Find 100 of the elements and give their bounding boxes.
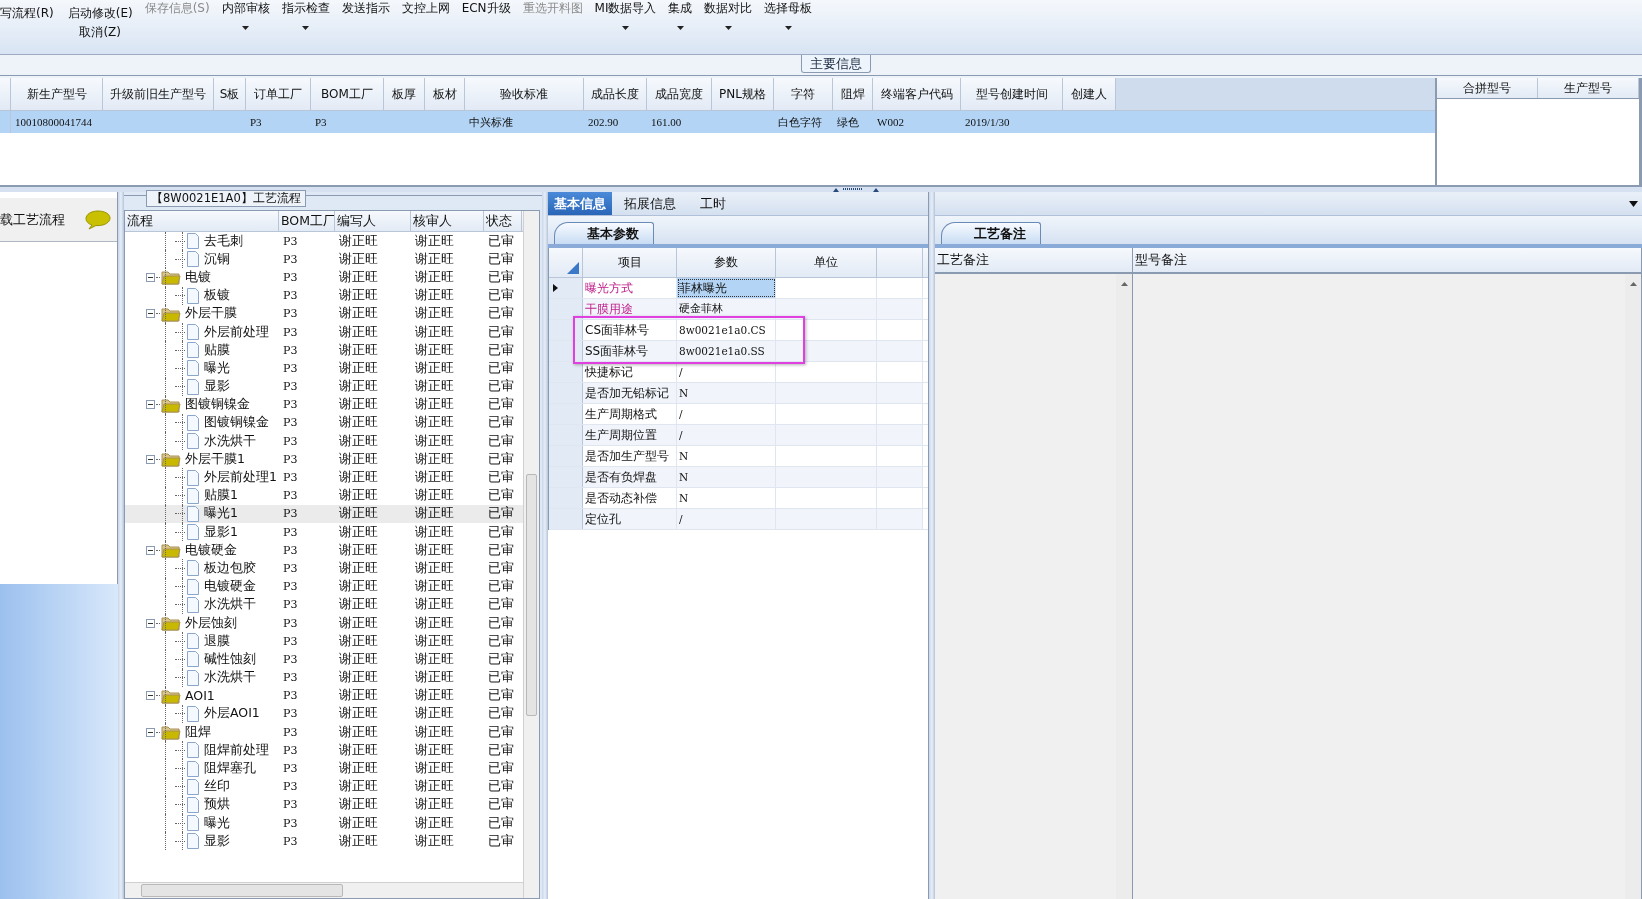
table-cell[interactable]: 8w0021e1a0.SS [677,341,776,361]
collapse-icon[interactable] [146,309,155,319]
collapse-icon[interactable] [146,545,155,555]
tree-row[interactable]: 贴膜1 P3 谢正旺 谢正旺 已审 [125,486,523,505]
collapse-icon[interactable] [146,691,155,701]
column-header[interactable]: 项目 [583,248,677,277]
horizontal-scrollbar[interactable] [125,882,523,898]
column-header[interactable]: S板 [214,78,246,110]
tree-row[interactable]: 去毛刺 P3 谢正旺 谢正旺 已审 [125,232,523,251]
tree-row[interactable]: 预烘 P3 谢正旺 谢正旺 已审 [125,795,523,814]
toolbar-button[interactable]: 取消(Z) [79,24,121,41]
column-header[interactable]: 生产型号 [1538,78,1639,98]
toolbar-button[interactable]: 指示检查 [281,1,330,15]
table-cell[interactable]: N [677,488,776,508]
caret-icon[interactable] [242,26,250,30]
table-row[interactable]: 10010800041744 P3 P3 中兴标准 202.90 161.00 白色字符 绿色 W002 2019/1/30 [0,111,1435,133]
tree-row[interactable]: 退膜 P3 谢正旺 谢正旺 已审 [125,632,523,651]
tree-row[interactable]: 图镀铜镍金 P3 谢正旺 谢正旺 已审 [125,395,523,414]
table-cell[interactable]: N [677,446,776,466]
column-header[interactable]: PNL规格 [712,78,774,110]
tree-row[interactable]: 沉铜 P3 谢正旺 谢正旺 已审 [125,250,523,269]
tree-row[interactable]: 曝光 P3 谢正旺 谢正旺 已审 [125,359,523,378]
table-cell[interactable]: 8w0021e1a0.CS [677,320,776,340]
tree-row[interactable]: AOI1 P3 谢正旺 谢正旺 已审 [125,686,523,705]
column-header[interactable]: 成品长度 [584,78,647,110]
tab[interactable]: 基本参数 [554,222,654,244]
table-row[interactable]: 是否加无铅标记 N [549,383,928,404]
collapse-icon[interactable] [146,454,155,464]
column-header[interactable]: 升级前旧生产型号 [103,78,214,110]
tree-row[interactable]: 外层干膜 P3 谢正旺 谢正旺 已审 [125,304,523,323]
tree-row[interactable]: 显影 P3 谢正旺 谢正旺 已审 [125,377,523,396]
row-header[interactable] [549,278,583,298]
tree-row[interactable]: 外层前处理 P3 谢正旺 谢正旺 已审 [125,322,523,342]
column-header[interactable]: 型号创建时间 [961,78,1063,110]
scroll-up-icon[interactable] [1121,282,1128,286]
table-row[interactable]: 是否有负焊盘 N [549,467,928,488]
column-header[interactable]: 合拼型号 [1437,78,1538,98]
tree-row[interactable]: 显影 P3 谢正旺 谢正旺 已审 [125,832,523,851]
tree-row[interactable]: 外层干膜1 P3 谢正旺 谢正旺 已审 [125,450,523,469]
caret-icon[interactable] [677,26,684,30]
caret-icon[interactable] [302,26,310,30]
tree-row[interactable]: 外层AOI1 P3 谢正旺 谢正旺 已审 [125,704,523,724]
table-row[interactable]: SS面菲林号 8w0021e1a0.SS [549,341,928,362]
tree-row[interactable]: 电镀硬金 P3 谢正旺 谢正旺 已审 [125,541,523,560]
collapse-icon[interactable] [146,727,155,737]
tab[interactable]: 基本信息 [548,192,612,215]
toolbar-button[interactable]: 选择母板 [764,1,813,15]
dropdown-icon[interactable] [1629,200,1638,207]
column-header[interactable]: BOM工厂 [311,78,384,110]
column-header[interactable]: 单位 [776,248,877,277]
tree-row[interactable]: 外层蚀刻 P3 谢正旺 谢正旺 已审 [125,613,523,633]
vertical-scrollbar[interactable] [523,211,539,898]
table-cell[interactable]: / [677,362,776,382]
column-header[interactable]: 订单工厂 [246,78,311,110]
column-header[interactable]: 终端客户代码 [873,78,961,110]
table-row[interactable]: 生产周期位置 / [549,425,928,446]
toolbar-button[interactable]: MI数据导入 [594,1,657,15]
toolbar-button[interactable]: 数据对比 [704,1,753,15]
scroll-up-icon[interactable] [1630,282,1637,286]
table-cell[interactable]: N [677,467,776,487]
collapse-icon[interactable] [146,618,155,628]
column-header[interactable]: 板厚 [384,78,425,110]
collapse-icon[interactable] [146,272,155,282]
column-header[interactable]: 字符 [774,78,833,110]
tree-row[interactable]: 水洗烘干 P3 谢正旺 谢正旺 已审 [125,668,523,687]
collapse-icon[interactable] [146,400,155,410]
tab[interactable]: 工艺备注 [941,222,1041,244]
toolbar-button[interactable]: 启动修改(E) [67,5,133,22]
table-cell[interactable]: / [677,404,776,424]
tree-row[interactable]: 电镀 P3 谢正旺 谢正旺 已审 [125,268,523,287]
tree-row[interactable]: 水洗烘干 P3 谢正旺 谢正旺 已审 [125,595,523,614]
toolbar-button[interactable]: ECN升级 [461,1,511,15]
toolbar-button[interactable]: 发送指示 [341,1,390,15]
column-header[interactable]: 流程 [125,211,279,231]
column-header[interactable]: 阻焊 [833,78,873,110]
table-row[interactable]: 曝光方式 菲林曝光 [549,278,928,299]
tree-row[interactable]: 贴膜 P3 谢正旺 谢正旺 已审 [125,341,523,360]
column-header[interactable]: 状态 [484,211,522,231]
table-cell[interactable]: 菲林曝光 [677,278,776,298]
column-header[interactable]: 新生产型号 [11,78,103,110]
tree-row[interactable]: 板镀 P3 谢正旺 谢正旺 已审 [125,286,523,305]
tree-row[interactable]: 水洗烘干 P3 谢正旺 谢正旺 已审 [125,432,523,451]
tree-row[interactable]: 显影1 P3 谢正旺 谢正旺 已审 [125,523,523,542]
table-row[interactable]: 干膜用途 硬金菲林 [549,299,928,320]
caret-icon[interactable] [785,26,792,30]
tree-row[interactable]: 阻焊 P3 谢正旺 谢正旺 已审 [125,723,523,742]
tab[interactable]: 拓展信息 [612,192,688,215]
tree-row[interactable]: 阻焊前处理 P3 谢正旺 谢正旺 已审 [125,741,523,760]
tree-row[interactable]: 丝印 P3 谢正旺 谢正旺 已审 [125,777,523,796]
caret-icon[interactable] [622,26,630,30]
splitter-grip-icon[interactable] [833,187,879,192]
column-header[interactable]: 成品宽度 [647,78,712,110]
tree-row[interactable]: 阻焊塞孔 P3 谢正旺 谢正旺 已审 [125,759,523,778]
table-cell[interactable]: N [677,383,776,403]
table-cell[interactable]: / [677,425,776,445]
column-header[interactable]: 板材 [425,78,465,110]
table-row[interactable]: 定位孔 / [549,509,928,530]
column-header[interactable]: 验收标准 [465,78,584,110]
tree-row[interactable]: 电镀硬金 P3 谢正旺 谢正旺 已审 [125,577,523,596]
tree-row[interactable]: 图镀铜镍金 P3 谢正旺 谢正旺 已审 [125,413,523,433]
